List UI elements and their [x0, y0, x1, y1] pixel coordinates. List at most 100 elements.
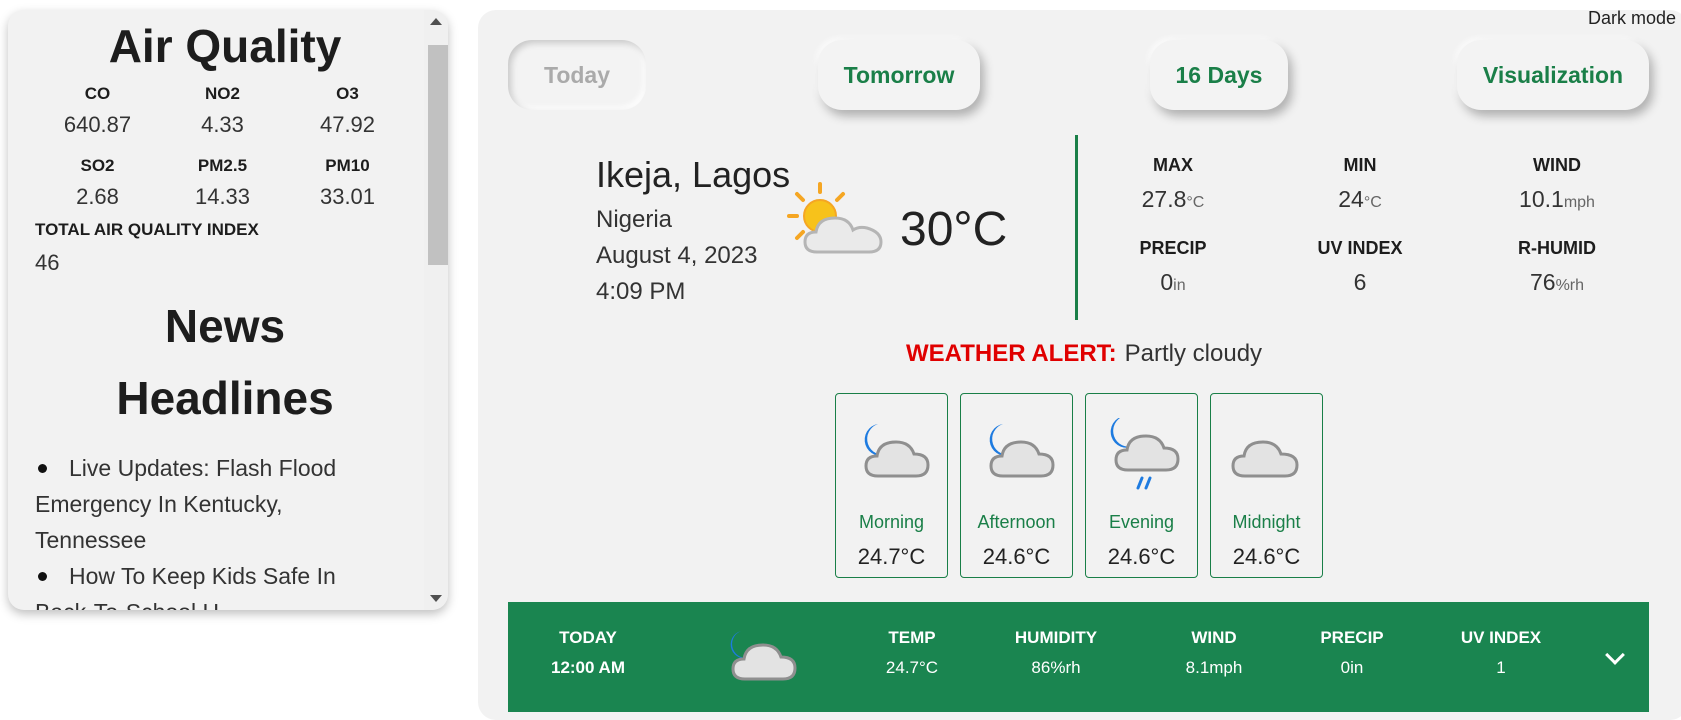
partly-sunny-icon: [787, 182, 883, 254]
stat-number: 24: [1338, 186, 1364, 212]
weather-alert: WEATHER ALERT: Partly cloudy: [906, 340, 1262, 368]
hour-humidity-value: 86%rh: [1031, 658, 1081, 677]
stat-unit: %rh: [1555, 277, 1585, 294]
pollutant-label: PM2.5: [197, 156, 248, 175]
pollutant-no2: NO2 4.33: [160, 84, 285, 138]
scroll-down-arrow-icon[interactable]: [430, 595, 442, 602]
hour-precip-value: 0in: [1340, 658, 1364, 677]
hourly-forecast-row[interactable]: TODAY 12:00 AM TEMP 24.7°C HUMIDITY 86%r…: [508, 602, 1649, 712]
stat-precip: PRECIP 0in: [1093, 238, 1253, 296]
day-part-temp: 24.6°C: [982, 544, 1051, 569]
day-part-temp: 24.6°C: [1107, 544, 1176, 569]
pollutant-label: O3: [336, 84, 359, 103]
cloud-icon: [1231, 440, 1299, 478]
tab-today[interactable]: Today: [508, 40, 646, 110]
hour-temp: TEMP 24.7°C: [837, 628, 987, 678]
stat-wind: WIND 10.1mph: [1477, 155, 1637, 213]
weather-alert-label: WEATHER ALERT:: [906, 340, 1117, 367]
hour-wind: WIND 8.1mph: [1139, 628, 1289, 678]
moon-cloud-icon: [864, 424, 930, 478]
hour-time-value: 12:00 AM: [550, 658, 625, 677]
air-quality-title: Air Quality: [108, 20, 342, 72]
stat-label: MAX: [1153, 155, 1193, 175]
moon-cloud-icon: [730, 631, 797, 681]
pollutant-co: CO 640.87: [35, 84, 160, 138]
dark-mode-toggle[interactable]: Dark mode: [1588, 8, 1676, 29]
stat-value: 10.1mph: [1477, 186, 1637, 213]
day-part-card-afternoon[interactable]: Afternoon 24.6°C: [960, 393, 1073, 578]
stat-value: 24°C: [1280, 186, 1440, 213]
news-item[interactable]: How To Keep Kids Safe In Back-To-School …: [35, 558, 365, 610]
stat-label: PRECIP: [1139, 238, 1207, 258]
hour-humidity-label: HUMIDITY: [1014, 628, 1098, 647]
stat-min: MIN 24°C: [1280, 155, 1440, 213]
tab-16-days[interactable]: 16 Days: [1150, 40, 1288, 110]
air-quality-grid: CO 640.87 NO2 4.33 O3 47.92 SO2 2.68 PM2…: [35, 84, 410, 228]
vertical-divider: [1075, 135, 1078, 320]
stat-unit: mph: [1563, 194, 1595, 211]
hour-wind-label: WIND: [1191, 628, 1237, 647]
hour-uv: UV INDEX 1: [1426, 628, 1576, 678]
stat-number: 0: [1160, 269, 1174, 295]
stat-value: 6: [1280, 269, 1440, 296]
current-date: August 4, 2023: [596, 242, 758, 269]
stat-r-humid: R-HUMID 76%rh: [1477, 238, 1637, 296]
location-city: Ikeja, Lagos: [596, 154, 791, 195]
pollutant-value: 2.68: [76, 184, 119, 209]
weather-alert-text: Partly cloudy: [1124, 340, 1263, 367]
hour-day-label: TODAY: [559, 628, 617, 647]
stat-value: 27.8°C: [1093, 186, 1253, 213]
hour-humidity: HUMIDITY 86%rh: [981, 628, 1131, 678]
side-panel-scrollbar[interactable]: [424, 10, 448, 610]
pollutant-value: 47.92: [319, 112, 376, 137]
pollutant-label: PM10: [325, 156, 370, 175]
current-time: 4:09 PM: [596, 278, 686, 305]
scroll-up-arrow-icon[interactable]: [430, 18, 442, 25]
news-title-line: News: [164, 300, 286, 352]
stat-label: R-HUMID: [1518, 238, 1596, 258]
day-part-label: Morning: [858, 512, 925, 532]
pollutant-pm25: PM2.5 14.33: [160, 156, 285, 210]
stat-label: UV INDEX: [1317, 238, 1403, 258]
stat-number: 27.8: [1141, 186, 1187, 212]
stat-label: WIND: [1533, 155, 1581, 175]
moon-cloud-icon: [989, 424, 1055, 478]
side-panel[interactable]: Air Quality CO 640.87 NO2 4.33 O3 47.92 …: [8, 10, 448, 610]
stat-number: 10.1: [1519, 186, 1564, 212]
news-title-line: Headlines: [116, 372, 334, 424]
tab-visualization[interactable]: Visualization: [1457, 40, 1649, 110]
hour-precip-label: PRECIP: [1320, 628, 1384, 647]
day-part-label: Midnight: [1232, 512, 1301, 532]
current-temperature: 30°C: [900, 203, 1008, 256]
day-part-card-morning[interactable]: Morning 24.7°C: [835, 393, 948, 578]
moon-cloud-rain-icon: [1110, 418, 1180, 490]
day-part-card-evening[interactable]: Evening 24.6°C: [1085, 393, 1198, 578]
pollutant-label: SO2: [80, 156, 115, 175]
stat-number: 76: [1529, 269, 1556, 295]
hour-precip: PRECIP 0in: [1277, 628, 1427, 678]
chevron-down-icon[interactable]: [1605, 645, 1625, 665]
pollutant-value: 14.33: [194, 184, 251, 209]
pollutant-label: CO: [84, 84, 111, 103]
pollutant-o3: O3 47.92: [285, 84, 410, 138]
hour-wind-value: 8.1mph: [1185, 658, 1243, 677]
stat-max: MAX 27.8°C: [1093, 155, 1253, 213]
pollutant-value: 640.87: [63, 112, 132, 137]
side-panel-content: Air Quality CO 640.87 NO2 4.33 O3 47.92 …: [8, 10, 423, 610]
day-part-card-midnight[interactable]: Midnight 24.6°C: [1210, 393, 1323, 578]
news-item[interactable]: Live Updates: Flash Flood Emergency In K…: [35, 450, 365, 558]
news-title: News Headlines: [35, 290, 415, 434]
stat-number: 6: [1353, 269, 1367, 295]
news-list: Live Updates: Flash Flood Emergency In K…: [35, 450, 365, 610]
tab-tomorrow[interactable]: Tomorrow: [818, 40, 980, 110]
location-country: Nigeria: [596, 206, 673, 233]
stat-value: 0in: [1093, 269, 1253, 296]
day-part-temp: 24.6°C: [1232, 544, 1301, 569]
pollutant-pm10: PM10 33.01: [285, 156, 410, 210]
hour-temp-value: 24.7°C: [885, 658, 939, 677]
stat-unit: in: [1173, 277, 1186, 294]
stat-unit: °C: [1186, 194, 1205, 211]
hour-temp-label: TEMP: [888, 628, 936, 647]
day-part-label: Evening: [1108, 512, 1175, 532]
scroll-thumb[interactable]: [428, 45, 448, 265]
